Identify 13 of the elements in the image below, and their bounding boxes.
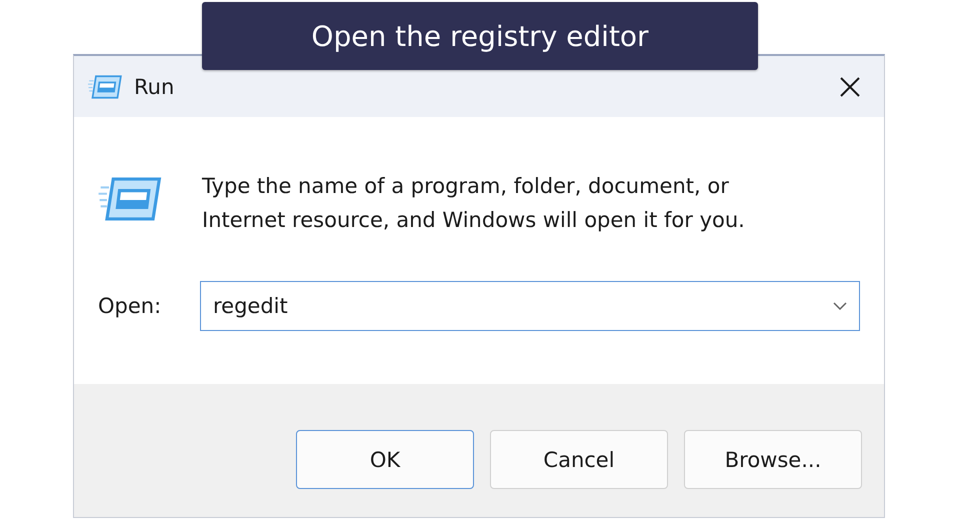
- window-title: Run: [134, 74, 176, 98]
- caption-banner: Open the registry editor: [202, 2, 758, 70]
- open-label: Open:: [98, 294, 162, 318]
- close-icon[interactable]: [839, 76, 861, 98]
- text-input[interactable]: regedit: [213, 294, 833, 318]
- chevron-down-icon[interactable]: [833, 302, 847, 310]
- ok-button[interactable]: OK: [296, 430, 474, 489]
- cancel-button[interactable]: Cancel: [490, 430, 668, 489]
- prompt-text: Type the name of a program, folder, document, or Internet resource, and Windows will open it for you.: [202, 173, 746, 234]
- combo-box[interactable]: regedit: [200, 281, 860, 331]
- browse-button[interactable]: Browse...: [684, 430, 862, 489]
- run-icon: [98, 177, 162, 221]
- run-icon: [88, 74, 122, 98]
